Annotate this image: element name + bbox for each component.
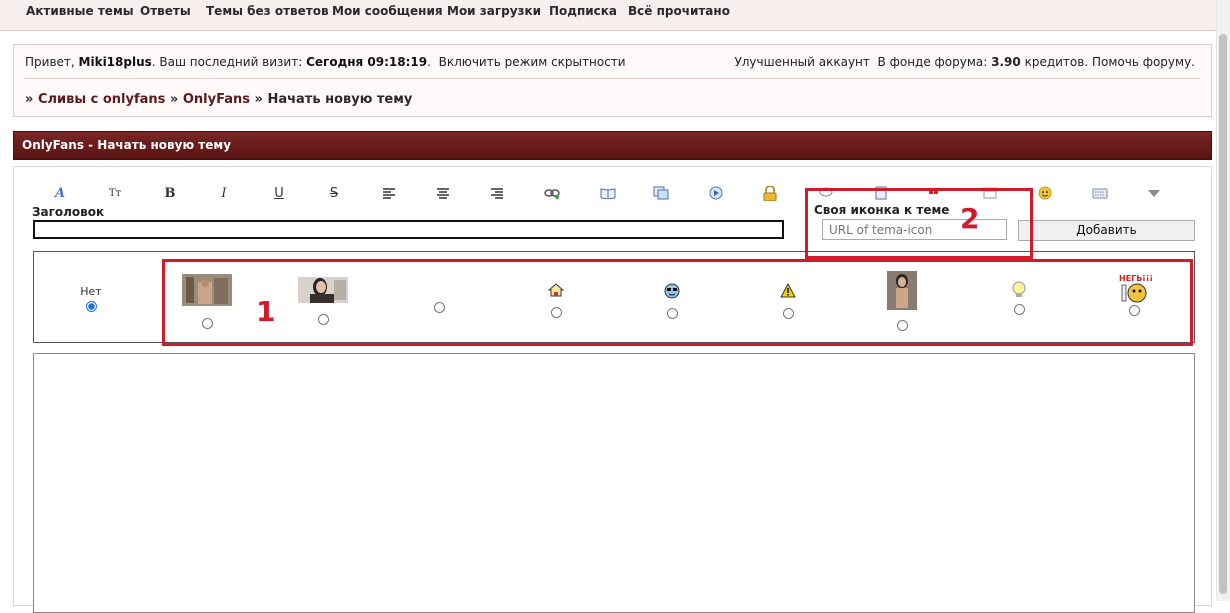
more-arrow-icon[interactable] bbox=[1144, 184, 1164, 202]
breadcrumb-link-onlyfans[interactable]: OnlyFans bbox=[183, 92, 250, 107]
annotation-label-2: 2 bbox=[960, 202, 980, 235]
breadcrumb-sep: » bbox=[25, 92, 34, 107]
annotation-box-2 bbox=[805, 188, 1033, 259]
nav-my-posts[interactable]: Мои сообщения bbox=[332, 4, 443, 18]
message-textarea[interactable] bbox=[33, 353, 1195, 613]
italic-icon[interactable]: I bbox=[214, 184, 234, 202]
panel-title: OnlyFans - Начать новую тему bbox=[22, 138, 232, 152]
keyboard-icon[interactable] bbox=[1090, 184, 1110, 202]
underline-icon[interactable]: U bbox=[269, 184, 289, 202]
copy-icon[interactable] bbox=[651, 184, 671, 202]
smiley-icon[interactable] bbox=[1035, 184, 1055, 202]
lock-icon[interactable] bbox=[760, 184, 780, 202]
radio-none[interactable] bbox=[85, 301, 97, 312]
annotation-box-1 bbox=[162, 259, 1193, 346]
page-scrollbar[interactable] bbox=[1216, 0, 1230, 601]
media-play-icon[interactable] bbox=[706, 184, 726, 202]
welcome-line: Привет, Miki18plus. Ваш последний визит:… bbox=[25, 55, 626, 69]
credits-label: кредитов. bbox=[1024, 55, 1089, 69]
forum-fund-line: Улучшенный аккаунт В фонде форума: 3.90 … bbox=[734, 55, 1195, 69]
top-navigation: Активные темы Ответы Темы без ответов Мо… bbox=[0, 0, 1217, 31]
breadcrumb: » Сливы с onlyfans » OnlyFans » Начать н… bbox=[25, 92, 412, 107]
breadcrumb-sep: » bbox=[169, 92, 179, 107]
quote-book-icon[interactable] bbox=[598, 184, 618, 202]
align-right-icon[interactable] bbox=[487, 184, 507, 202]
bold-icon[interactable]: B bbox=[160, 184, 180, 202]
nav-unanswered[interactable]: Темы без ответов bbox=[206, 4, 329, 18]
scrollbar-thumb[interactable] bbox=[1219, 34, 1227, 594]
last-visit-label: . Ваш последний визит: bbox=[151, 55, 303, 69]
add-icon-button[interactable]: Добавить bbox=[1018, 220, 1195, 241]
fund-label: В фонде форума: bbox=[877, 55, 988, 69]
title-label: Заголовок bbox=[32, 205, 105, 219]
nav-mark-read[interactable]: Всё прочитано bbox=[628, 4, 730, 18]
annotation-label-1: 1 bbox=[256, 295, 276, 328]
account-type-link[interactable]: Улучшенный аккаунт bbox=[734, 55, 869, 69]
breadcrumb-current: Начать новую тему bbox=[267, 92, 413, 107]
nav-active-topics[interactable]: Активные темы bbox=[26, 4, 134, 18]
username[interactable]: Miki18plus bbox=[79, 55, 152, 69]
fund-value: 3.90 bbox=[991, 55, 1021, 69]
divider bbox=[25, 78, 1200, 79]
breadcrumb-sep: » bbox=[254, 92, 263, 107]
font-icon[interactable]: A bbox=[50, 184, 70, 202]
icon-option-none[interactable]: Нет bbox=[74, 285, 108, 315]
hidden-mode-link[interactable]: Включить режим скрытности bbox=[439, 55, 626, 69]
user-info-box: Привет, Miki18plus. Ваш последний визит:… bbox=[13, 44, 1212, 117]
none-label: Нет bbox=[80, 285, 102, 298]
nav-replies[interactable]: Ответы bbox=[140, 4, 191, 18]
nav-subscription[interactable]: Подписка bbox=[549, 4, 617, 18]
title-field[interactable] bbox=[33, 220, 784, 239]
help-forum-link[interactable]: Помочь форуму. bbox=[1092, 55, 1195, 69]
greeting-text: Привет, bbox=[25, 55, 75, 69]
link-icon[interactable] bbox=[542, 184, 562, 202]
panel-title-bar: OnlyFans - Начать новую тему bbox=[13, 131, 1212, 160]
last-visit-value: Сегодня 09:18:19 bbox=[306, 55, 428, 69]
breadcrumb-link-leaks[interactable]: Сливы с onlyfans bbox=[38, 92, 165, 107]
strikethrough-icon[interactable]: S bbox=[324, 184, 344, 202]
font-size-icon[interactable]: Tт bbox=[105, 184, 125, 202]
nav-my-uploads[interactable]: Мои загрузки bbox=[447, 4, 541, 18]
align-left-icon[interactable] bbox=[379, 184, 399, 202]
align-center-icon[interactable] bbox=[433, 184, 453, 202]
